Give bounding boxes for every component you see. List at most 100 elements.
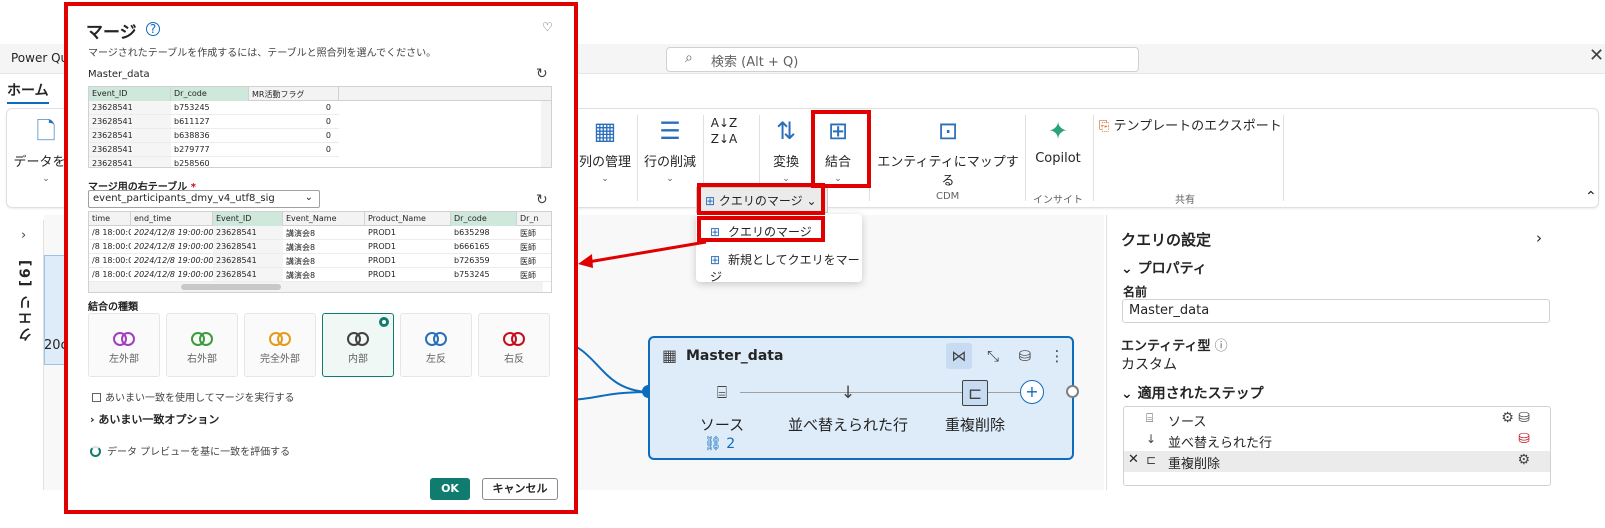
table-cell: 23628541 bbox=[89, 143, 171, 157]
column-header-mr-flag[interactable]: MR活動フラグ bbox=[249, 87, 339, 101]
help-icon[interactable]: ? bbox=[146, 22, 160, 36]
export-template-button[interactable]: ⎘ テンプレートのエクスポート bbox=[1099, 115, 1289, 134]
linked-queries[interactable]: ⛓ 2 bbox=[704, 436, 735, 452]
join-kind-option[interactable]: 内部 bbox=[322, 313, 394, 377]
join-kind-option[interactable]: 完全外部 bbox=[244, 313, 316, 377]
column-header-event-id[interactable]: Event_ID bbox=[89, 87, 171, 101]
table-cell: 23628541 bbox=[89, 101, 171, 115]
gear-icon[interactable]: ⚙ bbox=[1517, 452, 1530, 468]
fuzzy-checkbox-label: あいまい一致を使用してマージを実行する bbox=[105, 393, 295, 404]
copilot-label: Copilot bbox=[1035, 151, 1081, 166]
group-insight-label: インサイト bbox=[1033, 195, 1083, 206]
tab-home[interactable]: ホーム bbox=[7, 80, 49, 104]
sort-button[interactable]: A↓Z Z↓A bbox=[709, 115, 739, 147]
right-table-preview[interactable]: time end_time Event_ID Event_Name Product_Na… bbox=[88, 211, 552, 293]
table-cell: 医師 bbox=[517, 226, 551, 240]
delete-icon[interactable]: ✕ bbox=[1128, 452, 1139, 467]
applied-step-source[interactable]: ⌸ ソース ⚙ ⛁ bbox=[1124, 409, 1550, 430]
query-node-master-data[interactable]: ▦ Master_data ⋈ ⤡ ⛁ ⋮ ⌸ ソース ↓ 並べ替えられた行 ⊏ 重複… bbox=[648, 336, 1074, 460]
close-icon[interactable]: ✕ bbox=[1589, 45, 1604, 66]
applied-steps-header[interactable]: ⌄ 適用されたステップ bbox=[1121, 383, 1264, 403]
horizontal-scrollbar[interactable] bbox=[89, 282, 543, 292]
column-header[interactable]: Dr_n bbox=[517, 212, 551, 226]
cancel-button[interactable]: キャンセル bbox=[482, 478, 558, 500]
highlight-dropdown bbox=[697, 183, 825, 215]
menu-item-merge-as-new[interactable]: ⊞ 新規としてクエリをマージ bbox=[710, 251, 862, 285]
join-kind-option[interactable]: 左外部 bbox=[88, 313, 160, 377]
transform-button[interactable]: ⇅ 変換 ⌄ bbox=[765, 117, 807, 184]
source-icon: ⌸ bbox=[716, 383, 728, 403]
more-icon[interactable]: ⋮ bbox=[1044, 343, 1070, 369]
column-header[interactable]: Event_ID bbox=[213, 212, 283, 226]
refresh-icon[interactable]: ↻ bbox=[536, 66, 548, 82]
applied-step-sorted[interactable]: ↓ 並べ替えられた行 ⛁ bbox=[1124, 430, 1550, 451]
right-table-select[interactable]: event_participants_dmy_v4_utf8_sig ⌄ bbox=[88, 190, 320, 208]
table-cell: 講演会8 bbox=[283, 254, 365, 268]
column-header-dr-code[interactable]: Dr_code bbox=[171, 87, 249, 101]
name-field[interactable]: Master_data bbox=[1122, 299, 1550, 323]
sort-asc-icon: A↓Z bbox=[710, 116, 738, 130]
dialog-title: マージ bbox=[86, 23, 137, 43]
reduce-rows-icon: ☰ bbox=[659, 117, 681, 145]
left-table-preview[interactable]: Event_ID Dr_code MR活動フラグ 23628541 b753245… bbox=[88, 86, 552, 168]
step-source[interactable]: ⌸ ソース bbox=[692, 380, 752, 435]
column-header[interactable]: Event_Name bbox=[283, 212, 365, 226]
table-cell: 講演会8 bbox=[283, 240, 365, 254]
column-header[interactable]: Dr_code bbox=[451, 212, 517, 226]
chevron-right-icon[interactable]: › bbox=[1536, 229, 1542, 247]
table-cell: 23628541 bbox=[213, 254, 283, 268]
reduce-rows-button[interactable]: ☰ 行の削減 ⌄ bbox=[643, 117, 697, 184]
manage-columns-button[interactable]: ▦ 列の管理 ⌄ bbox=[577, 117, 633, 184]
map-entity-label: エンティティにマップする bbox=[877, 155, 1019, 189]
table-cell: 2024/12/8 19:00:00 bbox=[131, 226, 213, 240]
expand-panel-icon[interactable]: › bbox=[21, 228, 26, 243]
table-cell bbox=[249, 157, 339, 167]
ribbon-separator bbox=[1283, 115, 1284, 201]
table-cell: b635298 bbox=[451, 226, 517, 240]
gear-icon[interactable]: ⚙ ⛁ bbox=[1501, 410, 1530, 426]
search-input[interactable]: ⌕ 検索 (Alt + Q) bbox=[666, 47, 1139, 72]
database-icon[interactable]: ⛁ bbox=[1012, 343, 1038, 369]
join-kind-label: 右反 bbox=[504, 354, 524, 365]
column-header[interactable]: end_time bbox=[131, 212, 213, 226]
group-share-label: 共有 bbox=[1175, 195, 1195, 206]
right-table-value: event_participants_dmy_v4_utf8_sig bbox=[93, 193, 275, 204]
join-kind-label: 内部 bbox=[348, 354, 368, 365]
collapse-ribbon-icon[interactable]: ⌃ bbox=[1585, 189, 1597, 205]
join-kind-option[interactable]: 右反 bbox=[478, 313, 550, 377]
share-icon[interactable]: ⋈ bbox=[946, 343, 972, 369]
search-icon: ⌕ bbox=[685, 50, 693, 66]
column-header[interactable]: Product_Name bbox=[365, 212, 451, 226]
sort-icon: ↓ bbox=[840, 383, 856, 403]
vertical-scrollbar[interactable] bbox=[541, 101, 551, 167]
join-kind-option[interactable]: 左反 bbox=[400, 313, 472, 377]
join-kind-label: 結合の種類 bbox=[88, 302, 138, 313]
applied-steps-label: 適用されたステップ bbox=[1137, 386, 1264, 402]
collapse-icon[interactable]: ⤡ bbox=[980, 343, 1006, 369]
properties-header[interactable]: ⌄ プロパティ bbox=[1121, 258, 1207, 278]
feedback-icon[interactable]: ♡ bbox=[542, 20, 553, 34]
join-kind-option[interactable]: 右外部 bbox=[166, 313, 238, 377]
add-step-icon[interactable]: + bbox=[1020, 380, 1044, 404]
table-cell: PROD1 bbox=[365, 254, 451, 268]
checkbox-icon bbox=[92, 393, 101, 402]
step-sorted-rows[interactable]: ↓ 並べ替えられた行 bbox=[786, 380, 910, 435]
column-header[interactable]: time bbox=[89, 212, 131, 226]
step-remove-duplicates[interactable]: ⊏ 重複削除 bbox=[940, 380, 1010, 435]
table-cell: 2024/12/8 19:00:00 bbox=[131, 240, 213, 254]
refresh-icon[interactable]: ↻ bbox=[536, 192, 548, 208]
venn-icon bbox=[423, 332, 449, 346]
query-fold-icon: ⛁ bbox=[1518, 431, 1530, 447]
ok-button[interactable]: OK bbox=[430, 478, 470, 500]
table-cell: /8 18:00:00 bbox=[89, 268, 131, 282]
node-title: Master_data bbox=[686, 348, 784, 364]
fuzzy-match-checkbox[interactable]: あいまい一致を使用してマージを実行する bbox=[92, 389, 295, 404]
output-connector[interactable] bbox=[1066, 385, 1079, 398]
table-cell: 講演会8 bbox=[283, 226, 365, 240]
applied-step-remove-duplicates[interactable]: ✕ ⊏ 重複削除 ⚙ bbox=[1124, 451, 1550, 472]
map-entity-button[interactable]: ⊡ エンティティにマップする bbox=[873, 117, 1023, 189]
copilot-button[interactable]: ✦ Copilot bbox=[1031, 117, 1085, 166]
join-kind-label: 左外部 bbox=[109, 354, 139, 365]
ribbon-separator bbox=[1025, 115, 1026, 201]
fuzzy-options-expander[interactable]: › あいまい一致オプション bbox=[90, 411, 219, 427]
